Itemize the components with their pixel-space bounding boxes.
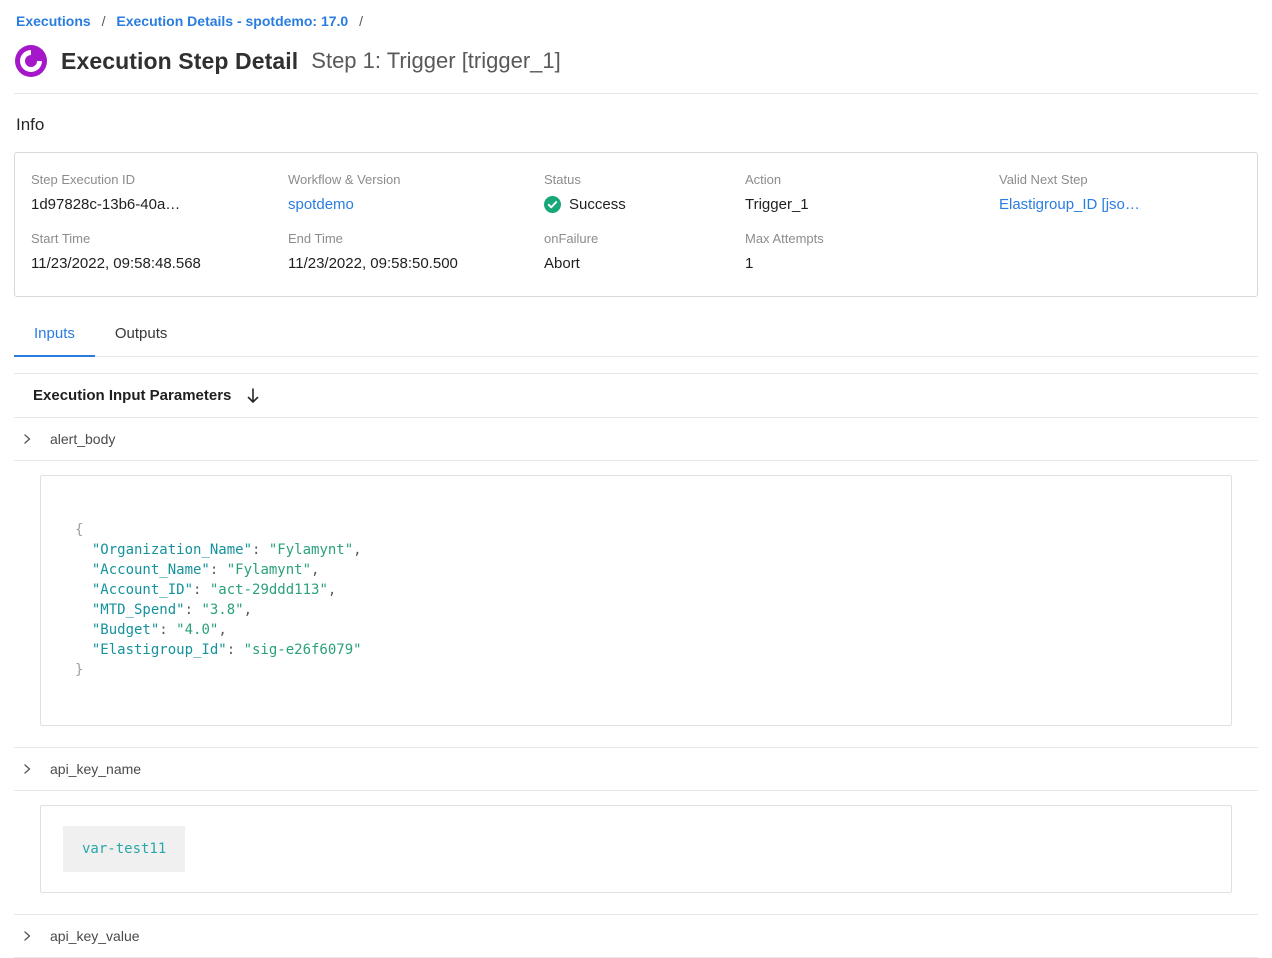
- info-field-label: onFailure: [544, 231, 745, 246]
- info-field-value: Abort: [544, 255, 745, 272]
- tab-outputs[interactable]: Outputs: [95, 315, 188, 357]
- info-field-valid-next-step: Valid Next Step Elastigroup_ID [jso…: [999, 172, 1241, 214]
- breadcrumb-separator: /: [359, 13, 363, 29]
- json-token: ,: [311, 562, 319, 578]
- param-toggle-api-key-value[interactable]: api_key_value: [14, 915, 1258, 958]
- json-token: :: [185, 602, 202, 618]
- json-token: :: [159, 622, 176, 638]
- parameters-list: alert_body { "Organization_Name": "Fylamy…: [14, 418, 1258, 958]
- json-token: "Organization_Name": [92, 542, 252, 558]
- page-subtitle: Step 1: Trigger [trigger_1]: [311, 48, 560, 74]
- json-token: "MTD_Spend": [92, 602, 185, 618]
- json-token: "sig-e26f6079": [244, 642, 362, 658]
- param-item-api-key-name: api_key_name var-test11: [14, 748, 1258, 915]
- tabs: InputsOutputs: [14, 315, 1258, 357]
- info-field-value: 1d97828c-13b6-40a…: [31, 196, 288, 213]
- chevron-right-icon: [21, 763, 33, 775]
- param-content-api-key-name: var-test11: [40, 805, 1232, 893]
- fylamynt-logo-icon: [14, 44, 48, 78]
- info-field-label: End Time: [288, 231, 544, 246]
- param-item-alert-body: alert_body { "Organization_Name": "Fylamy…: [14, 418, 1258, 748]
- param-toggle-alert-body[interactable]: alert_body: [14, 418, 1258, 461]
- chevron-right-icon: [21, 433, 33, 445]
- param-content-alert-body: { "Organization_Name": "Fylamynt", "Acco…: [40, 475, 1232, 726]
- breadcrumb-link-executions[interactable]: Executions: [16, 13, 91, 29]
- json-token: "act-29ddd113": [210, 582, 328, 598]
- info-field-status: Status Success: [544, 172, 745, 214]
- status-text: Success: [569, 196, 626, 213]
- info-field-label: Valid Next Step: [999, 172, 1241, 187]
- info-card: Step Execution ID 1d97828c-13b6-40a…Workf…: [14, 152, 1258, 297]
- info-field-value: 1: [745, 255, 999, 272]
- json-token: "Fylamynt": [269, 542, 353, 558]
- breadcrumb: Executions / Execution Details - spotdem…: [14, 0, 1258, 39]
- json-token: ,: [244, 602, 252, 618]
- info-field-label: Workflow & Version: [288, 172, 544, 187]
- info-section-title: Info: [14, 94, 1258, 152]
- json-token: ,: [353, 542, 361, 558]
- json-token: "Fylamynt": [227, 562, 311, 578]
- arrow-down-icon[interactable]: [246, 388, 260, 404]
- breadcrumb-separator: /: [102, 13, 106, 29]
- info-field-end-time: End Time 11/23/2022, 09:58:50.500: [288, 231, 544, 272]
- params-title-text: Execution Input Parameters: [33, 387, 231, 404]
- breadcrumb-link-execution-details[interactable]: Execution Details - spotdemo: 17.0: [116, 13, 348, 29]
- info-field-label: Status: [544, 172, 745, 187]
- json-token: "Account_Name": [92, 562, 210, 578]
- json-token: "4.0": [176, 622, 218, 638]
- json-token: :: [252, 542, 269, 558]
- params-header: Execution Input Parameters: [14, 373, 1258, 418]
- json-token: :: [210, 562, 227, 578]
- param-name: alert_body: [50, 431, 115, 447]
- info-field-value: Trigger_1: [745, 196, 999, 213]
- json-viewer: { "Organization_Name": "Fylamynt", "Acco…: [75, 520, 1197, 680]
- info-field-label: Step Execution ID: [31, 172, 288, 187]
- info-field-start-time: Start Time 11/23/2022, 09:58:48.568: [31, 231, 288, 272]
- info-field-value-link[interactable]: spotdemo: [288, 196, 354, 213]
- page-title: Execution Step Detail: [61, 48, 298, 75]
- json-token: ,: [218, 622, 226, 638]
- execution-step-detail-page: Executions / Execution Details - spotdem…: [0, 0, 1272, 958]
- json-token: ,: [328, 582, 336, 598]
- info-field-max-attempts: Max Attempts 1: [745, 231, 999, 272]
- json-token: "Elastigroup_Id": [92, 642, 227, 658]
- info-field-workflow-version: Workflow & Version spotdemo: [288, 172, 544, 214]
- param-item-api-key-value: api_key_value: [14, 915, 1258, 958]
- info-grid: Step Execution ID 1d97828c-13b6-40a…Workf…: [31, 172, 1241, 272]
- info-field-action: Action Trigger_1: [745, 172, 999, 214]
- info-field-label: Start Time: [31, 231, 288, 246]
- info-field-value-link[interactable]: Elastigroup_ID [jso…: [999, 196, 1140, 213]
- success-check-icon: [544, 196, 561, 213]
- tab-inputs[interactable]: Inputs: [14, 315, 95, 357]
- param-name: api_key_value: [50, 928, 140, 944]
- param-value-chip: var-test11: [63, 826, 185, 872]
- page-header: Execution Step Detail Step 1: Trigger [t…: [14, 39, 1258, 93]
- json-token: "Account_ID": [92, 582, 193, 598]
- json-token: :: [227, 642, 244, 658]
- status-badge: Success: [544, 196, 745, 213]
- info-field-step-execution-id: Step Execution ID 1d97828c-13b6-40a…: [31, 172, 288, 214]
- info-field-value: 11/23/2022, 09:58:50.500: [288, 255, 544, 272]
- json-token: "3.8": [201, 602, 243, 618]
- info-field-onfailure: onFailure Abort: [544, 231, 745, 272]
- info-field-label: Action: [745, 172, 999, 187]
- info-field-value: 11/23/2022, 09:58:48.568: [31, 255, 288, 272]
- param-name: api_key_name: [50, 761, 141, 777]
- json-token: }: [75, 662, 83, 678]
- param-toggle-api-key-name[interactable]: api_key_name: [14, 748, 1258, 791]
- json-token: "Budget": [92, 622, 159, 638]
- json-token: {: [75, 522, 83, 538]
- info-field-label: Max Attempts: [745, 231, 999, 246]
- json-token: :: [193, 582, 210, 598]
- chevron-right-icon: [21, 930, 33, 942]
